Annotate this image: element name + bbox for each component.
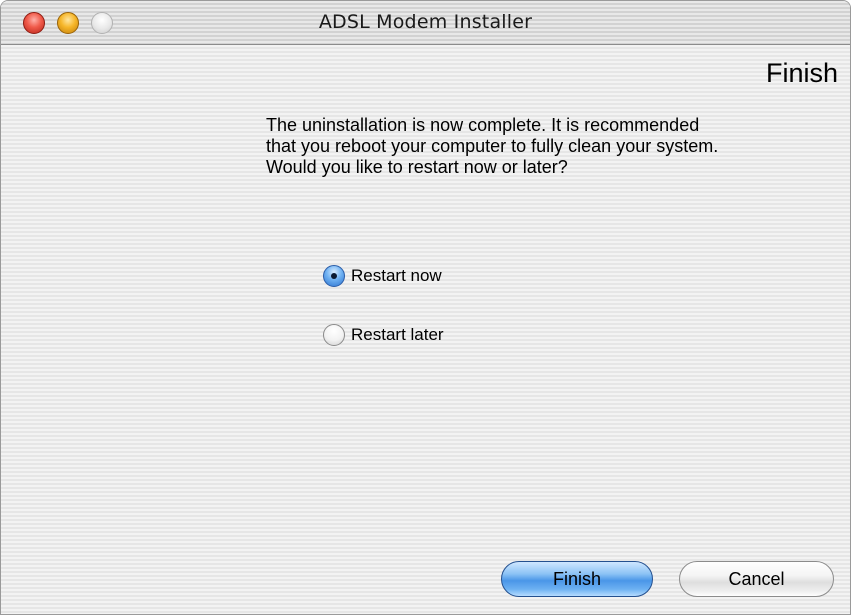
radio-selected-icon[interactable] bbox=[323, 265, 345, 287]
completion-message: The uninstallation is now complete. It i… bbox=[266, 115, 836, 178]
restart-later-label[interactable]: Restart later bbox=[351, 325, 444, 345]
restart-now-label[interactable]: Restart now bbox=[351, 266, 442, 286]
restart-later-option[interactable]: Restart later bbox=[323, 323, 444, 347]
window-title: ADSL Modem Installer bbox=[318, 11, 533, 33]
installer-window: ADSL Modem Installer Finish The uninstal… bbox=[0, 0, 851, 615]
restart-now-option[interactable]: Restart now bbox=[323, 264, 442, 288]
message-line: The uninstallation is now complete. It i… bbox=[266, 115, 700, 135]
radio-unselected-icon[interactable] bbox=[323, 324, 345, 346]
cancel-button[interactable]: Cancel bbox=[679, 561, 834, 597]
title-bar[interactable]: ADSL Modem Installer bbox=[1, 1, 850, 45]
finish-button[interactable]: Finish bbox=[501, 561, 653, 597]
page-title: Finish bbox=[765, 58, 838, 88]
message-line: that you reboot your computer to fully c… bbox=[266, 136, 719, 156]
message-line: Would you like to restart now or later? bbox=[266, 157, 568, 177]
